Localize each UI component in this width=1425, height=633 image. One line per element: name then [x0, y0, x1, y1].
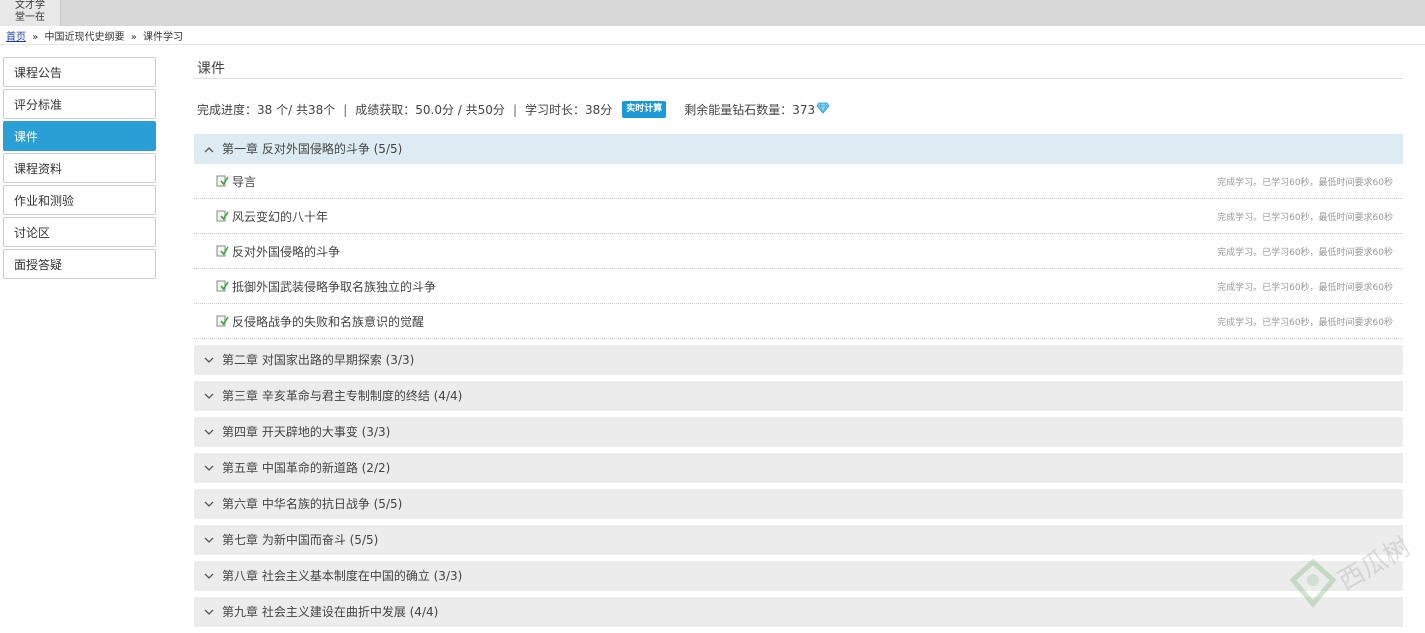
chevron-down-icon: [202, 381, 216, 411]
lesson-title: 反侵略战争的失败和名族意识的觉醒: [232, 314, 425, 329]
site-logo[interactable]: 文才学 堂一在: [0, 0, 61, 26]
diamond-icon: [816, 102, 830, 117]
score-text: 成绩获取：50.0分 / 共50分: [355, 103, 505, 117]
main-content: 课件 完成进度：38 个/ 共38个 | 成绩获取：50.0分 / 共50分 |…: [194, 57, 1403, 627]
lesson-list: 导言 完成学习。已学习60秒，最低时间要求60秒 风云变幻的八十年 完成学习。已…: [194, 164, 1403, 339]
breadcrumb-separator: »: [32, 32, 39, 43]
lesson-title: 抵御外国武装侵略争取名族独立的斗争: [232, 279, 437, 294]
chevron-down-icon: [202, 417, 216, 447]
chapter-title: 第五章 中国革命的新道路 (2/2): [222, 461, 391, 475]
lesson-title: 反对外国侵略的斗争: [232, 244, 341, 259]
chapter-header-3[interactable]: 第三章 辛亥革命与君主专制制度的终结 (4/4): [194, 381, 1403, 411]
lesson-item[interactable]: 抵御外国武装侵略争取名族独立的斗争 完成学习。已学习60秒，最低时间要求60秒: [194, 269, 1403, 304]
study-time-text: 学习时长：38分: [524, 103, 613, 117]
lesson-status: 完成学习。已学习60秒，最低时间要求60秒: [1217, 282, 1393, 293]
chevron-down-icon: [202, 597, 216, 627]
chapter-title: 第八章 社会主义基本制度在中国的确立 (3/3): [222, 569, 463, 583]
chapter-title: 第四章 开天辟地的大事变 (3/3): [222, 425, 391, 439]
lesson-item[interactable]: 风云变幻的八十年 完成学习。已学习60秒，最低时间要求60秒: [194, 199, 1403, 234]
document-check-icon: [216, 245, 229, 257]
watermark-logo: 西瓜树: [1285, 520, 1416, 620]
logo-line-1: 文才学: [15, 0, 45, 11]
sidebar-item-discussion[interactable]: 讨论区: [3, 217, 156, 247]
chapter-title: 第七章 为新中国而奋斗 (5/5): [222, 533, 379, 547]
progress-text: 完成进度：38 个/ 共38个: [197, 103, 336, 117]
realtime-calc-button[interactable]: 实时计算: [622, 101, 667, 118]
document-check-icon: [216, 280, 229, 292]
chapter-title: 第六章 中华名族的抗日战争 (5/5): [222, 497, 403, 511]
chapter-header-2[interactable]: 第二章 对国家出路的早期探索 (3/3): [194, 345, 1403, 375]
document-check-icon: [216, 315, 229, 327]
lesson-status: 完成学习。已学习60秒，最低时间要求60秒: [1217, 317, 1393, 328]
breadcrumb-separator: »: [130, 32, 137, 43]
sidebar-item-courseware[interactable]: 课件: [3, 121, 156, 151]
chapter-header-7[interactable]: 第七章 为新中国而奋斗 (5/5): [194, 525, 1403, 555]
document-check-icon: [216, 210, 229, 222]
stats-separator: |: [343, 102, 348, 117]
breadcrumb-current: 课件学习: [143, 32, 183, 43]
chevron-down-icon: [202, 345, 216, 375]
lesson-status: 完成学习。已学习60秒，最低时间要求60秒: [1217, 177, 1393, 188]
progress-stats: 完成进度：38 个/ 共38个 | 成绩获取：50.0分 / 共50分 | 学习…: [197, 101, 830, 118]
chapter-header-9[interactable]: 第九章 社会主义建设在曲折中发展 (4/4): [194, 597, 1403, 627]
logo-line-2: 堂一在: [15, 12, 45, 23]
chapter-header-6[interactable]: 第六章 中华名族的抗日战争 (5/5): [194, 489, 1403, 519]
sidebar-item-materials[interactable]: 课程资料: [3, 153, 156, 183]
chapter-title: 第九章 社会主义建设在曲折中发展 (4/4): [222, 605, 439, 619]
breadcrumb-course: 中国近现代史纲要: [44, 32, 125, 43]
breadcrumb: 首页 » 中国近现代史纲要 » 课件学习: [6, 28, 183, 43]
sidebar-item-qa[interactable]: 面授答疑: [3, 249, 156, 279]
diamond-count-text: 剩余能量钻石数量：373: [684, 103, 816, 117]
breadcrumb-home-link[interactable]: 首页: [6, 32, 26, 43]
chevron-down-icon: [202, 489, 216, 519]
lesson-status: 完成学习。已学习60秒，最低时间要求60秒: [1217, 247, 1393, 258]
chevron-up-icon: [202, 134, 216, 164]
chapter-list: 第一章 反对外国侵略的斗争 (5/5) 导言 完成学习。已学习60秒，最低时间要…: [194, 134, 1403, 633]
chapter-header-4[interactable]: 第四章 开天辟地的大事变 (3/3): [194, 417, 1403, 447]
chapter-header-5[interactable]: 第五章 中国革命的新道路 (2/2): [194, 453, 1403, 483]
chapter-header-8[interactable]: 第八章 社会主义基本制度在中国的确立 (3/3): [194, 561, 1403, 591]
chevron-down-icon: [202, 561, 216, 591]
chevron-down-icon: [202, 525, 216, 555]
sidebar-item-announcements[interactable]: 课程公告: [3, 57, 156, 87]
chapter-title: 第二章 对国家出路的早期探索 (3/3): [222, 353, 415, 367]
lesson-item[interactable]: 导言 完成学习。已学习60秒，最低时间要求60秒: [194, 164, 1403, 199]
page-title: 课件: [194, 57, 1403, 79]
top-bar: 文才学 堂一在: [0, 0, 1425, 26]
stats-separator: |: [512, 102, 517, 117]
lesson-title: 导言: [232, 174, 257, 189]
chevron-down-icon: [202, 453, 216, 483]
lesson-item[interactable]: 反对外国侵略的斗争 完成学习。已学习60秒，最低时间要求60秒: [194, 234, 1403, 269]
sidebar-item-grading[interactable]: 评分标准: [3, 89, 156, 119]
sidebar-item-assignments[interactable]: 作业和测验: [3, 185, 156, 215]
chapter-title: 第一章 反对外国侵略的斗争 (5/5): [222, 142, 403, 156]
chapter-header-1[interactable]: 第一章 反对外国侵略的斗争 (5/5): [194, 134, 1403, 164]
sidebar-menu: 课程公告 评分标准 课件 课程资料 作业和测验 讨论区 面授答疑: [3, 57, 156, 281]
header-divider: [0, 44, 1425, 45]
lesson-item[interactable]: 反侵略战争的失败和名族意识的觉醒 完成学习。已学习60秒，最低时间要求60秒: [194, 304, 1403, 339]
lesson-title: 风云变幻的八十年: [232, 209, 329, 224]
svg-text:西瓜树: 西瓜树: [1333, 532, 1415, 597]
document-check-icon: [216, 175, 229, 187]
lesson-status: 完成学习。已学习60秒，最低时间要求60秒: [1217, 212, 1393, 223]
chapter-title: 第三章 辛亥革命与君主专制制度的终结 (4/4): [222, 389, 463, 403]
